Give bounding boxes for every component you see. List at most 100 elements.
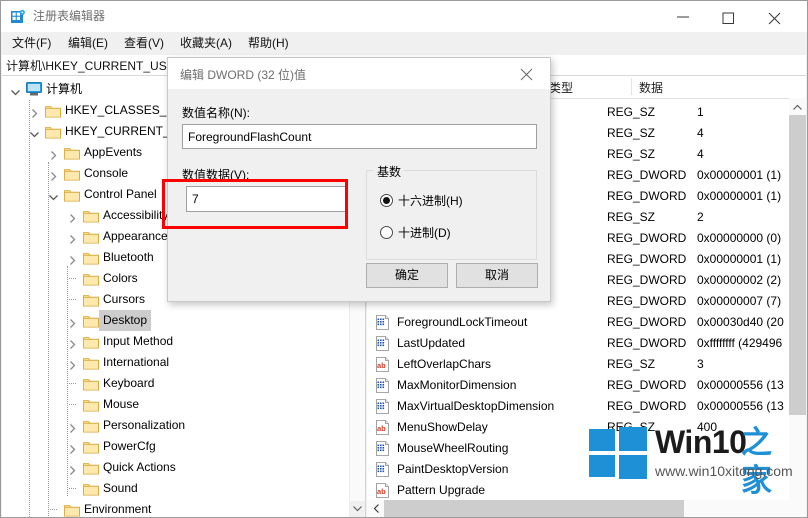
tree-node-11[interactable]: Desktop — [2, 310, 350, 331]
value-name-input[interactable] — [182, 124, 537, 149]
list-vertical-scrollbar[interactable] — [789, 98, 806, 500]
dword-value-icon — [375, 441, 390, 456]
tree-scroll-down-button[interactable] — [350, 501, 365, 517]
folder-icon — [45, 125, 61, 139]
registry-editor-icon — [10, 9, 26, 25]
chevron-right-icon[interactable] — [29, 105, 40, 118]
value-data: 0x00000001 (1) — [697, 189, 782, 203]
value-data: 4 — [697, 147, 704, 161]
list-horizontal-scrollbar[interactable] — [367, 500, 806, 517]
tree-node-17[interactable]: PowerCfg — [2, 436, 350, 457]
column-header-data[interactable]: 数据 — [639, 79, 663, 96]
value-type: REG_DWORD — [607, 336, 687, 350]
list-scroll-left-button[interactable] — [367, 500, 384, 517]
chevron-down-icon[interactable] — [10, 84, 21, 96]
chevron-right-icon[interactable] — [48, 147, 59, 160]
tree-node-12[interactable]: Input Method — [2, 331, 350, 352]
value-data: 0xffffffff (429496 — [697, 336, 783, 350]
chevron-right-icon[interactable] — [67, 441, 78, 454]
radio-decimal[interactable]: 十进制(D) — [380, 224, 520, 240]
tree-node-13[interactable]: International — [2, 352, 350, 373]
menu-item-2[interactable]: 查看(V) — [119, 34, 169, 52]
minimize-button[interactable] — [660, 1, 706, 31]
chevron-right-icon[interactable] — [67, 231, 78, 244]
value-name: PaintDesktopVersion — [397, 462, 509, 476]
value-row-17[interactable]: PaintDesktopVersion — [367, 459, 789, 480]
tree-node-label: 计算机 — [46, 82, 83, 96]
column-divider[interactable] — [631, 78, 632, 95]
string-value-icon: ab — [375, 420, 390, 435]
value-row-18[interactable]: ab Pattern Upgrade — [367, 480, 789, 501]
list-hscrollbar-thumb[interactable] — [384, 500, 684, 517]
value-type: REG_DWORD — [607, 315, 687, 329]
tree-node-label: Personalization — [103, 418, 186, 432]
value-row-14[interactable]: MaxVirtualDesktopDimension REG_DWORD 0x000… — [367, 396, 789, 417]
value-name: Pattern Upgrade — [397, 483, 486, 497]
value-name: LeftOverlapChars — [397, 357, 492, 371]
menu-item-1[interactable]: 编辑(E) — [63, 34, 113, 52]
value-data: 3 — [697, 357, 704, 371]
value-row-16[interactable]: MouseWheelRouting — [367, 438, 789, 459]
chevron-right-icon[interactable] — [67, 315, 78, 328]
chevron-right-icon[interactable] — [67, 357, 78, 370]
list-scroll-up-button[interactable] — [789, 98, 806, 115]
chevron-right-icon[interactable] — [67, 336, 78, 349]
chevron-right-icon[interactable] — [48, 168, 59, 181]
menu-item-0[interactable]: 文件(F) — [7, 34, 56, 52]
svg-text:ab: ab — [377, 361, 386, 370]
computer-icon — [26, 82, 42, 96]
string-value-icon: ab — [375, 483, 390, 498]
folder-icon — [83, 209, 99, 223]
value-type: REG_DWORD — [607, 252, 687, 266]
value-data: 0x00000001 (1) — [697, 168, 782, 182]
value-row-11[interactable]: LastUpdated REG_DWORD 0xffffffff (429496 — [367, 333, 789, 354]
column-header-type[interactable]: 类型 — [549, 79, 573, 96]
tree-node-20[interactable]: Environment — [2, 499, 350, 517]
chevron-right-icon[interactable] — [67, 462, 78, 475]
tree-node-15[interactable]: Mouse — [2, 394, 350, 415]
tree-node-label: International — [103, 355, 170, 369]
radio-dec-indicator — [380, 226, 393, 239]
tree-guide-stub — [69, 299, 76, 300]
value-type: REG_DWORD — [607, 189, 687, 203]
dialog-close-button[interactable] — [505, 58, 550, 88]
tree-node-18[interactable]: Quick Actions — [2, 457, 350, 478]
chevron-down-icon[interactable] — [48, 189, 59, 201]
radio-hexadecimal[interactable]: 十六进制(H) — [380, 192, 520, 208]
tree-node-19[interactable]: Sound — [2, 478, 350, 499]
chevron-right-icon[interactable] — [67, 210, 78, 223]
chevron-down-icon[interactable] — [29, 126, 40, 138]
folder-icon — [83, 251, 99, 265]
ok-button[interactable]: 确定 — [366, 263, 448, 288]
cancel-button[interactable]: 取消 — [456, 263, 538, 288]
maximize-button[interactable] — [706, 1, 752, 31]
tree-guide-line — [67, 266, 68, 496]
value-row-10[interactable]: ForegroundLockTimeout REG_DWORD 0x00030d40… — [367, 312, 789, 333]
folder-icon — [83, 398, 99, 412]
folder-icon — [83, 230, 99, 244]
folder-icon — [83, 272, 99, 286]
window-title: 注册表编辑器 — [33, 9, 106, 23]
tree-node-label: Cursors — [103, 292, 146, 306]
base-group-label: 基数 — [374, 163, 405, 180]
tree-node-14[interactable]: Keyboard — [2, 373, 350, 394]
value-type: REG_SZ — [607, 105, 656, 119]
folder-icon — [64, 146, 80, 160]
radio-hex-indicator — [380, 194, 393, 207]
tree-guide-stub — [69, 278, 76, 279]
registry-editor-window: 注册表编辑器 文件(F) 编辑(E) 查看(V) 收藏夹(A) 帮助(H) 计算机\HK… — [0, 0, 808, 518]
chevron-right-icon[interactable] — [67, 420, 78, 433]
list-scrollbar-thumb[interactable] — [789, 115, 806, 415]
close-button[interactable] — [752, 1, 798, 31]
value-row-15[interactable]: ab MenuShowDelay REG_SZ 400 — [367, 417, 789, 438]
dword-value-icon — [375, 336, 390, 351]
tree-guide-line — [48, 162, 49, 517]
value-row-13[interactable]: MaxMonitorDimension REG_DWORD 0x00000556 (… — [367, 375, 789, 396]
menu-item-4[interactable]: 帮助(H) — [243, 34, 294, 52]
chevron-right-icon[interactable] — [67, 252, 78, 265]
value-row-12[interactable]: ab LeftOverlapChars REG_SZ 3 — [367, 354, 789, 375]
tree-node-16[interactable]: Personalization — [2, 415, 350, 436]
value-data-input[interactable] — [186, 186, 347, 212]
value-data: 0x00000000 (0) — [697, 231, 782, 245]
menu-item-3[interactable]: 收藏夹(A) — [175, 34, 237, 52]
